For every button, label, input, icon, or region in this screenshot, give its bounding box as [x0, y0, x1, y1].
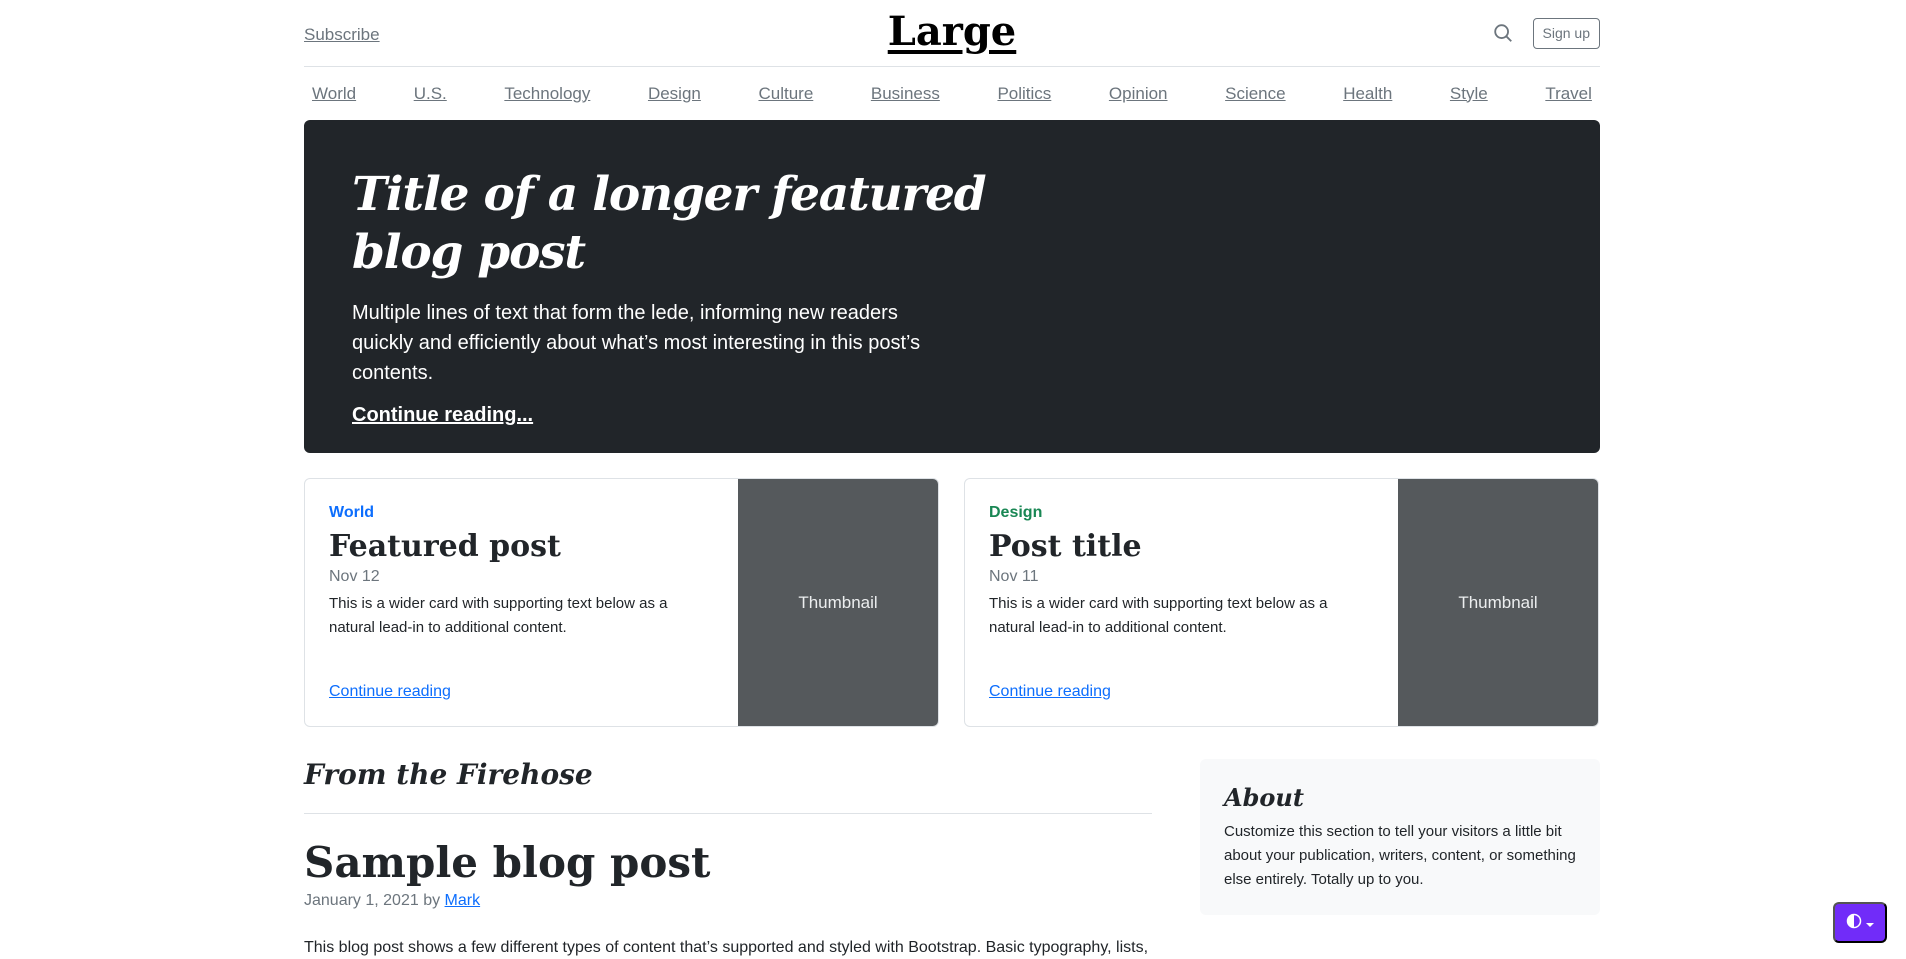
post-author-link[interactable]: Mark — [445, 892, 481, 909]
featured-card: Design Post title Nov 11 This is a wider… — [964, 478, 1599, 727]
card-thumbnail: Thumbnail — [1398, 479, 1598, 726]
post-body: This blog post shows a few different typ… — [304, 939, 1149, 956]
site-brand[interactable]: Large — [304, 8, 1600, 55]
nav-item-culture[interactable]: Culture — [758, 84, 813, 104]
contrast-icon — [1846, 913, 1862, 932]
nav-item-design[interactable]: Design — [648, 84, 701, 104]
nav-item-business[interactable]: Business — [871, 84, 940, 104]
nav-item-opinion[interactable]: Opinion — [1109, 84, 1168, 104]
post-title: Sample blog post — [304, 838, 711, 887]
card-title: Post title — [989, 529, 1142, 564]
nav-item-politics[interactable]: Politics — [997, 84, 1051, 104]
nav-item-health[interactable]: Health — [1343, 84, 1392, 104]
card-body: Design Post title Nov 11 This is a wider… — [965, 479, 1398, 726]
about-box: About Customize this section to tell you… — [1200, 759, 1600, 915]
search-icon[interactable] — [1492, 22, 1514, 44]
sign-up-button[interactable]: Sign up — [1532, 18, 1600, 49]
category-nav: World U.S. Technology Design Culture Bus… — [304, 67, 1600, 120]
theme-toggle-button[interactable] — [1833, 902, 1887, 943]
hero-title: Title of a longer featured blog post — [352, 167, 987, 280]
featured-card: World Featured post Nov 12 This is a wid… — [304, 478, 939, 727]
about-text: Customize this section to tell your visi… — [1224, 823, 1576, 888]
card-title: Featured post — [329, 529, 561, 564]
firehose-heading: From the Firehose — [304, 758, 1152, 814]
page-container: Subscribe Large Sign up World U.S. Techn… — [304, 0, 1600, 956]
card-thumbnail: Thumbnail — [738, 479, 938, 726]
post-meta: January 1, 2021 by Mark — [304, 892, 1152, 910]
nav-item-world[interactable]: World — [312, 84, 356, 104]
about-title: About — [1224, 783, 1304, 812]
chevron-down-icon — [1866, 915, 1874, 931]
nav-item-style[interactable]: Style — [1450, 84, 1488, 104]
site-header: Subscribe Large Sign up — [304, 0, 1600, 67]
hero-featured-post: Title of a longer featured blog post Mul… — [304, 120, 1600, 453]
card-date: Nov 12 — [329, 568, 380, 585]
hero-lede: Multiple lines of text that form the led… — [352, 302, 921, 384]
firehose-section: From the Firehose Sample blog post Janua… — [304, 758, 1152, 959]
nav-item-us[interactable]: U.S. — [414, 84, 447, 104]
nav-item-science[interactable]: Science — [1225, 84, 1285, 104]
card-body: World Featured post Nov 12 This is a wid… — [305, 479, 738, 726]
card-continue-reading-link[interactable]: Continue reading — [989, 683, 1374, 701]
hero-continue-reading-link[interactable]: Continue reading... — [352, 404, 533, 427]
card-category: World — [329, 504, 375, 521]
nav-item-technology[interactable]: Technology — [504, 84, 590, 104]
card-date: Nov 11 — [989, 568, 1039, 585]
card-continue-reading-link[interactable]: Continue reading — [329, 683, 714, 701]
nav-item-travel[interactable]: Travel — [1545, 84, 1592, 104]
card-text: This is a wider card with supporting tex… — [989, 595, 1328, 636]
post-date: January 1, 2021 by — [304, 892, 441, 909]
card-category: Design — [989, 504, 1043, 521]
featured-cards: World Featured post Nov 12 This is a wid… — [304, 478, 1600, 727]
card-text: This is a wider card with supporting tex… — [329, 595, 668, 636]
